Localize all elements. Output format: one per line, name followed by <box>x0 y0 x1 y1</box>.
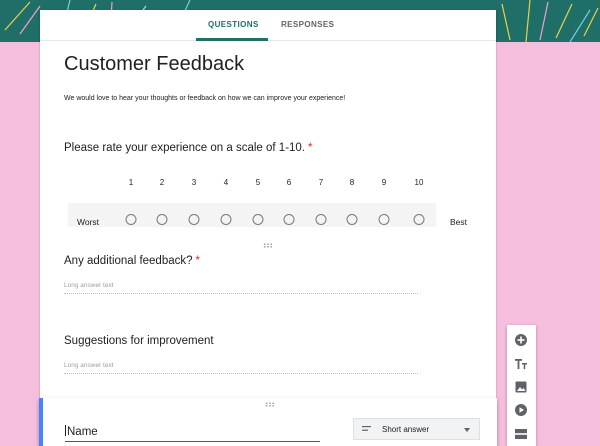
active-question-card[interactable]: Name Short answer <box>39 398 497 446</box>
question-title-feedback[interactable]: Any additional feedback? * <box>64 255 200 267</box>
scale-number-10: 10 <box>414 178 424 187</box>
question-title-text: Any additional feedback? <box>64 255 193 267</box>
question-title-text: Please rate your experience on a scale o… <box>64 142 306 154</box>
tab-bar: QUESTIONS RESPONSES <box>40 10 496 41</box>
required-asterisk: * <box>195 255 200 267</box>
text-caret <box>65 425 66 436</box>
scale-number-7: 7 <box>318 178 324 187</box>
scale-radio-6[interactable] <box>283 214 295 225</box>
active-tab-indicator <box>196 38 268 41</box>
scale-radio-3[interactable] <box>188 214 200 225</box>
tab-questions[interactable]: QUESTIONS <box>208 20 259 29</box>
scale-radio-8[interactable] <box>346 214 358 225</box>
scale-number-4: 4 <box>223 178 229 187</box>
add-question-icon[interactable] <box>514 333 528 347</box>
question-title-input[interactable]: Name <box>65 425 320 442</box>
add-image-icon[interactable] <box>514 380 528 394</box>
add-section-icon[interactable] <box>514 427 528 441</box>
drag-handle-icon[interactable] <box>263 243 273 248</box>
form-description[interactable]: We would love to hear your thoughts or f… <box>64 95 345 102</box>
scale-number-5: 5 <box>255 178 261 187</box>
long-answer-field: Long answer text <box>64 362 418 374</box>
scale-number-1: 1 <box>128 178 134 187</box>
scale-number-8: 8 <box>349 178 355 187</box>
add-title-icon[interactable] <box>514 357 528 371</box>
scale-low-label: Worst <box>77 217 100 227</box>
scale-number-9: 9 <box>381 178 387 187</box>
scale-number-3: 3 <box>191 178 197 187</box>
scale-radio-2[interactable] <box>156 214 168 225</box>
question-type-dropdown[interactable]: Short answer <box>353 418 480 440</box>
side-toolbar <box>507 325 536 446</box>
long-answer-field: Long answer text <box>64 282 418 294</box>
scale-high-label: Best <box>450 217 468 227</box>
form-card: QUESTIONS RESPONSES Customer Feedback We… <box>40 10 496 446</box>
scale-number-2: 2 <box>159 178 165 187</box>
question-title-text: Suggestions for improvement <box>64 335 214 347</box>
scale-radio-7[interactable] <box>315 214 327 225</box>
short-answer-icon <box>362 426 371 431</box>
question-title-suggestions[interactable]: Suggestions for improvement <box>64 335 214 347</box>
scale-radio-10[interactable] <box>413 214 425 225</box>
tab-responses[interactable]: RESPONSES <box>281 20 334 29</box>
drag-handle-icon[interactable] <box>265 402 275 407</box>
question-type-label: Short answer <box>382 425 430 434</box>
scale-radio-1[interactable] <box>125 214 137 225</box>
dropdown-arrow-icon <box>464 428 470 432</box>
scale-number-6: 6 <box>286 178 292 187</box>
scale-radio-5[interactable] <box>252 214 264 225</box>
add-video-icon[interactable] <box>514 403 528 417</box>
question-title-rating[interactable]: Please rate your experience on a scale o… <box>64 142 313 154</box>
scale-radio-4[interactable] <box>220 214 232 225</box>
required-asterisk: * <box>308 142 313 154</box>
question-title-value: Name <box>67 426 98 438</box>
form-title[interactable]: Customer Feedback <box>64 53 244 76</box>
scale-radio-9[interactable] <box>378 214 390 225</box>
